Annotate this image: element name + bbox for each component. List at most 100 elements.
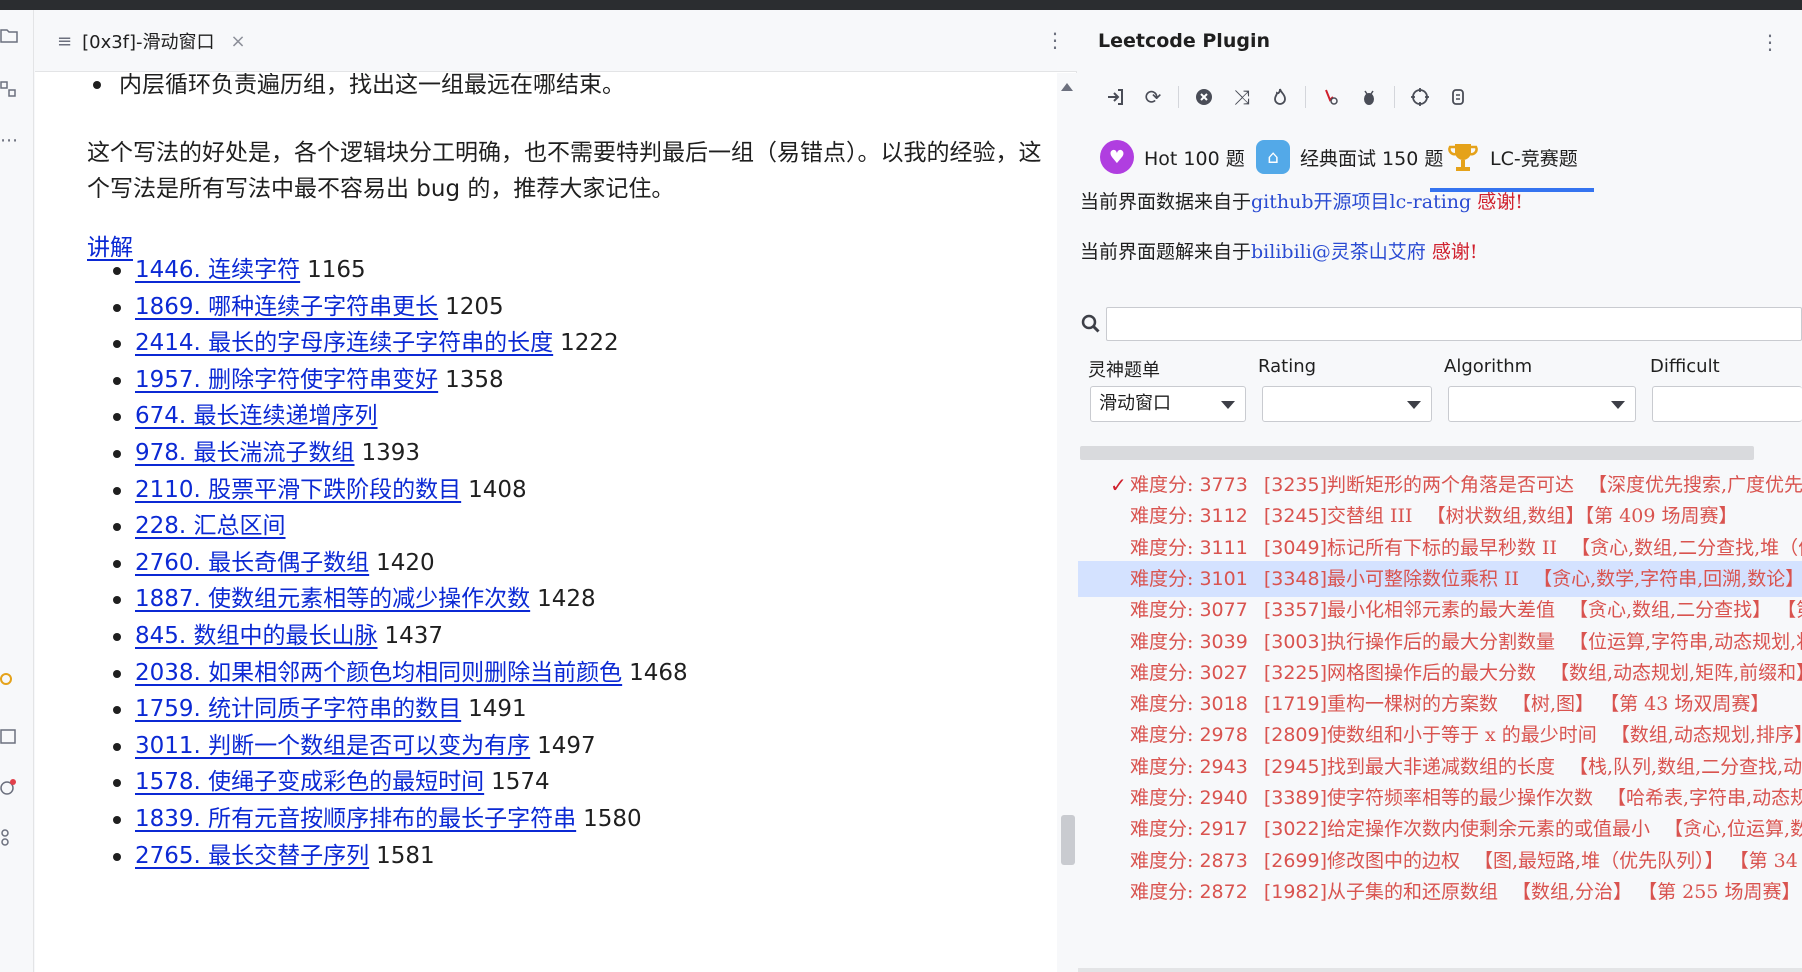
bullet-dot bbox=[113, 706, 121, 715]
problem-link[interactable]: 2765. 最长交替子序列 bbox=[135, 843, 369, 869]
bullet-dot bbox=[113, 413, 121, 422]
problem-link[interactable]: 674. 最长连续递增序列 bbox=[135, 403, 378, 429]
explain-link[interactable]: 讲解 bbox=[87, 235, 133, 261]
row-score-prefix: 难度分: bbox=[1130, 818, 1200, 841]
terminal-icon[interactable] bbox=[0, 728, 20, 750]
problem-link[interactable]: 1957. 删除字符使字符串变好 bbox=[135, 367, 438, 393]
algorithm-select[interactable] bbox=[1448, 386, 1636, 422]
row-score: 3027 bbox=[1199, 661, 1248, 684]
problems-icon[interactable] bbox=[0, 778, 20, 800]
tab-interview-150[interactable]: ⌂ 经典面试 150 题 bbox=[1256, 122, 1443, 192]
problem-link[interactable]: 2414. 最长的字母序连续子字符串的长度 bbox=[135, 330, 553, 356]
bullet-dot bbox=[113, 340, 121, 349]
activity-bar: ⋯ bbox=[0, 10, 34, 972]
solution-source-link[interactable]: bilibili@灵茶山艾府 bbox=[1251, 241, 1426, 263]
folder-icon[interactable] bbox=[0, 26, 20, 48]
bullet-dot bbox=[113, 523, 121, 532]
search-icon bbox=[1080, 313, 1102, 335]
problem-list-item: 2760. 最长奇偶子数组 1420 bbox=[113, 548, 435, 578]
git-icon[interactable] bbox=[0, 828, 20, 850]
bullet-dot bbox=[113, 376, 121, 385]
debug-icon[interactable] bbox=[1312, 82, 1350, 112]
row-problem-id: [1982] bbox=[1263, 880, 1327, 903]
fire-icon[interactable] bbox=[1261, 82, 1299, 112]
row-score-prefix: 难度分: bbox=[1130, 661, 1200, 684]
locate-icon[interactable] bbox=[1401, 82, 1439, 112]
problem-link[interactable]: 1446. 连续字符 bbox=[135, 257, 300, 283]
panel-more-icon[interactable]: ⋮ bbox=[1760, 30, 1780, 54]
scroll-up-arrow-icon[interactable] bbox=[1061, 83, 1073, 91]
data-source-link[interactable]: github开源项目lc-rating bbox=[1251, 191, 1471, 213]
difficulty-select[interactable] bbox=[1652, 386, 1802, 422]
login-icon[interactable] bbox=[1096, 82, 1134, 112]
problem-list-item: 1887. 使数组元素相等的减少操作次数 1428 bbox=[113, 584, 596, 614]
more-tools-icon[interactable]: ⋯ bbox=[0, 130, 20, 152]
editor-scrollbar[interactable] bbox=[1057, 73, 1077, 972]
row-problem-id: [3245] bbox=[1263, 505, 1327, 528]
problem-link[interactable]: 2760. 最长奇偶子数组 bbox=[135, 550, 369, 576]
row-tags: 【树,图】 【第 43 场双周赛】 bbox=[1512, 693, 1770, 716]
toolbar-divider bbox=[1305, 86, 1306, 108]
problem-score: 1580 bbox=[583, 806, 642, 832]
row-score: 3112 bbox=[1199, 505, 1248, 528]
problem-link[interactable]: 228. 汇总区间 bbox=[135, 513, 286, 539]
editor-tab[interactable]: ≡ [0x3f]-滑动窗口 × bbox=[45, 22, 258, 60]
row-problem-name: 执行操作后的最大分割数量 bbox=[1327, 630, 1556, 653]
problem-link[interactable]: 1887. 使数组元素相等的减少操作次数 bbox=[135, 586, 530, 612]
tab-lc-contest[interactable]: LC-竞赛题 bbox=[1430, 122, 1594, 192]
row-score-prefix: 难度分: bbox=[1130, 536, 1200, 559]
tab-label: Hot 100 题 bbox=[1144, 147, 1245, 170]
notice-prefix: 当前界面题解来自于 bbox=[1080, 241, 1252, 263]
panel-bottom-border bbox=[1078, 968, 1802, 972]
bullet-dot bbox=[113, 450, 121, 458]
problem-link[interactable]: 2038. 如果相邻两个颜色均相同则删除当前颜色 bbox=[135, 660, 622, 686]
problem-link[interactable]: 3011. 判断一个数组是否可以变为有序 bbox=[135, 733, 530, 759]
close-icon[interactable]: × bbox=[231, 31, 246, 52]
problem-link[interactable]: 2110. 股票平滑下跌阶段的数目 bbox=[135, 477, 461, 503]
problem-link[interactable]: 978. 最长湍流子数组 bbox=[135, 440, 355, 466]
problem-list-item: 1578. 使绳子变成彩色的最短时间 1574 bbox=[113, 767, 550, 797]
bullet-dot bbox=[113, 742, 121, 751]
bug-icon[interactable] bbox=[1350, 82, 1388, 112]
sync-icon[interactable] bbox=[1439, 82, 1477, 112]
problem-link[interactable]: 1839. 所有元音按顺序排布的最长子字符串 bbox=[135, 806, 576, 832]
problem-link[interactable]: 1578. 使绳子变成彩色的最短时间 bbox=[135, 769, 484, 795]
tab-more-icon[interactable]: ⋮ bbox=[1045, 28, 1065, 52]
structure-icon[interactable] bbox=[0, 80, 20, 102]
problem-score: 1437 bbox=[384, 623, 444, 649]
editor-pane: ≡ [0x3f]-滑动窗口 × ⋮ 内层循环负责遍历组，找出这一组最远在哪结束。… bbox=[35, 10, 1077, 972]
row-problem-name: 最小化相邻元素的最大差值 bbox=[1327, 599, 1556, 622]
rating-select[interactable] bbox=[1262, 386, 1432, 422]
row-problem-name: 重构一棵树的方案数 bbox=[1327, 693, 1499, 716]
row-problem-id: [3003] bbox=[1263, 630, 1327, 653]
paragraph: 这个写法的好处是，各个逻辑块分工明确，也不需要特判最后一组（易错点）。以我的经验… bbox=[87, 140, 1042, 202]
row-problem-name: 网格图操作后的最大分数 bbox=[1327, 661, 1537, 684]
row-tags: 【位运算,字符串,动态规划,状 bbox=[1569, 630, 1802, 653]
problem-link[interactable]: 845. 数组中的最长山脉 bbox=[135, 623, 378, 649]
row-tags: 【贪心,数组,二分查找,堆（优先 bbox=[1571, 536, 1802, 559]
problem-list-item: 845. 数组中的最长山脉 1437 bbox=[113, 621, 444, 651]
problem-link[interactable]: 1869. 哪种连续子字符串更长 bbox=[135, 294, 438, 320]
problem-list-select[interactable]: 滑动窗口 bbox=[1090, 386, 1246, 422]
problem-list-item: 2765. 最长交替子序列 1581 bbox=[113, 841, 435, 871]
refresh-icon[interactable]: ⟳ bbox=[1134, 82, 1172, 112]
scrollbar-thumb[interactable] bbox=[1061, 815, 1075, 865]
row-problem-id: [3235] bbox=[1263, 474, 1327, 496]
shuffle-icon[interactable]: ⤨ bbox=[1223, 82, 1261, 112]
horizontal-scrollbar[interactable] bbox=[1080, 446, 1754, 460]
bullet-dot bbox=[113, 486, 121, 495]
search-input[interactable] bbox=[1106, 307, 1802, 341]
notice-thanks: 感谢! bbox=[1471, 191, 1523, 213]
row-score-prefix: 难度分: bbox=[1130, 724, 1200, 747]
problem-link[interactable]: 1759. 统计同质子字符串的数目 bbox=[135, 696, 461, 722]
cancel-icon[interactable] bbox=[1185, 82, 1223, 112]
filter-label-list: 灵神题单 bbox=[1088, 360, 1160, 381]
row-score: 3039 bbox=[1199, 630, 1248, 653]
problem-score: 1222 bbox=[560, 330, 619, 357]
top-badge-icon: ⌂ bbox=[1256, 140, 1290, 174]
problem-score: 1468 bbox=[629, 659, 688, 686]
filter-label-algorithm: Algorithm bbox=[1444, 356, 1533, 377]
contest-problem-row[interactable]: 难度分: 2872 [1982]从子集的和还原数组 【数组,分治】 【第 255 场… bbox=[1078, 874, 1802, 910]
plugin-icon[interactable] bbox=[0, 670, 20, 692]
tab-hot-100[interactable]: ♥ Hot 100 题 bbox=[1100, 122, 1245, 192]
